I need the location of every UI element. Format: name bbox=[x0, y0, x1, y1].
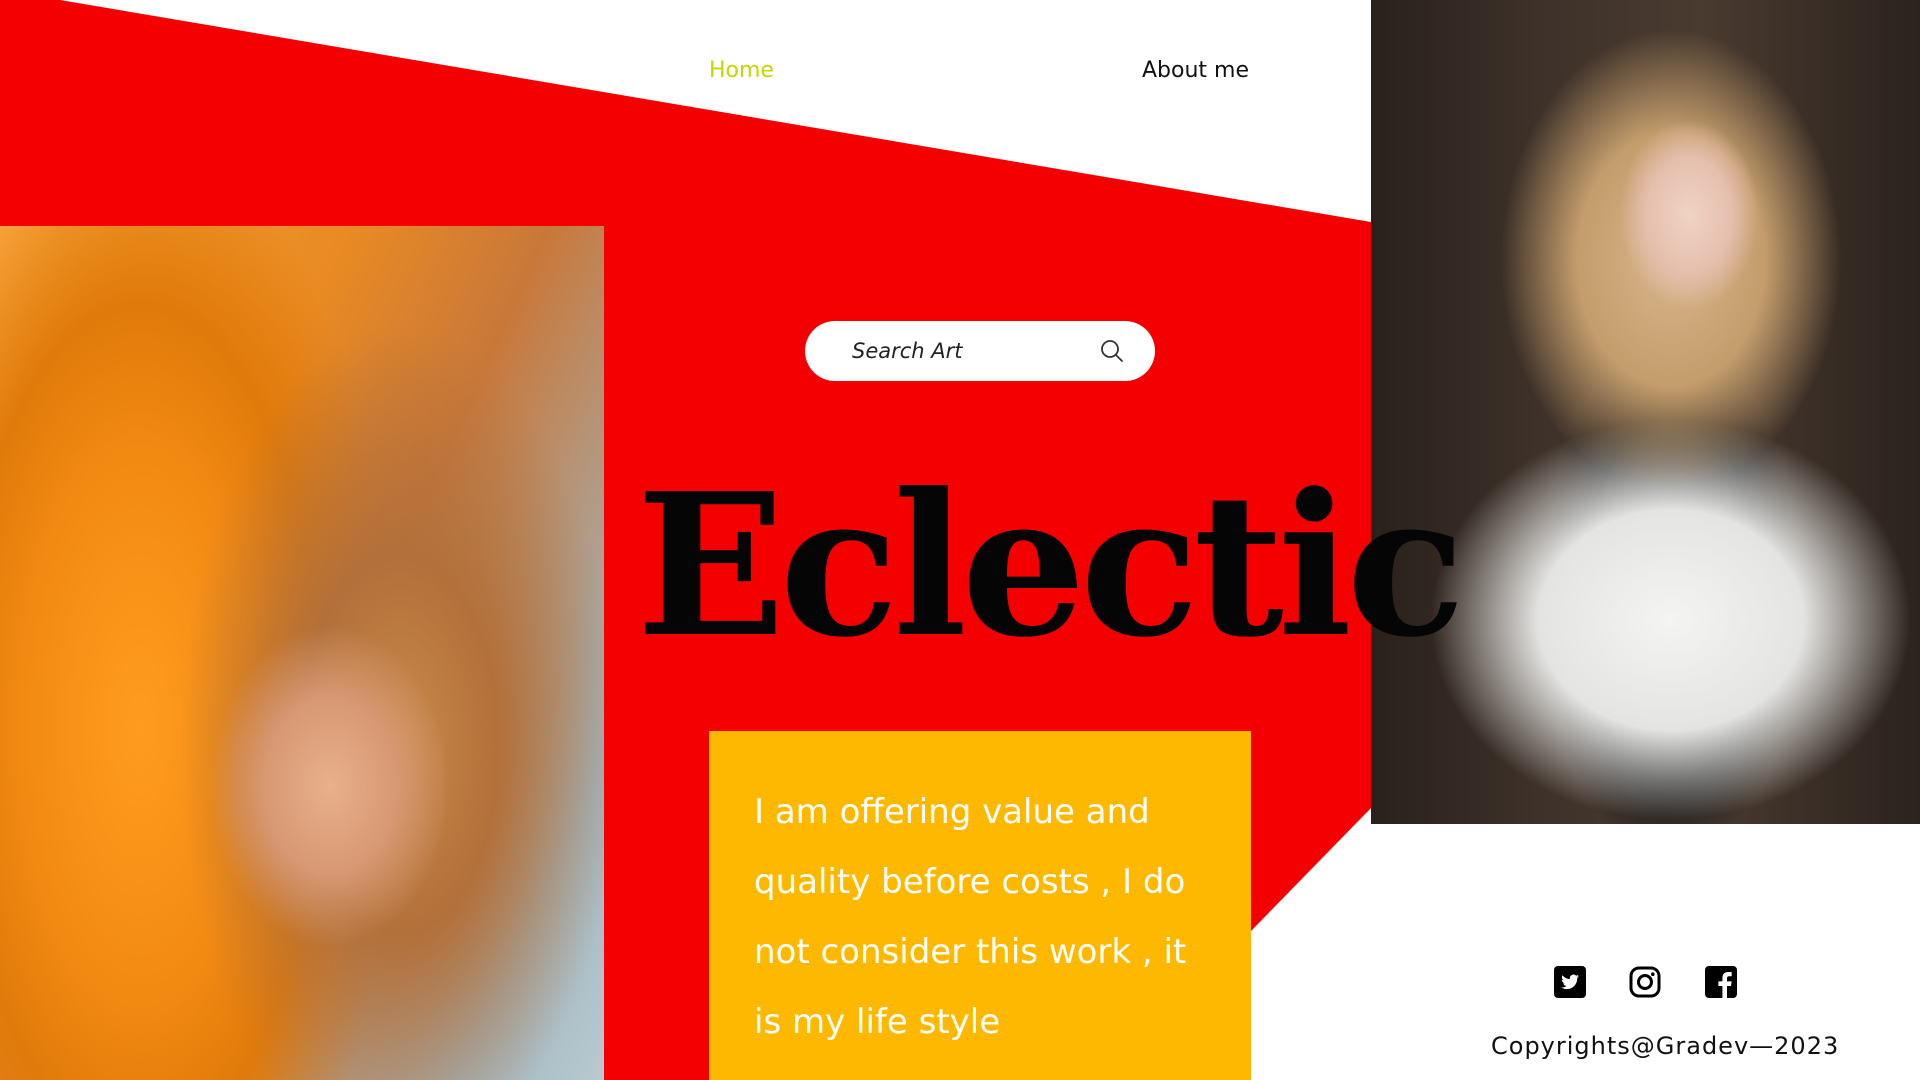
instagram-icon[interactable] bbox=[1628, 965, 1662, 999]
nav-home-link[interactable]: Home bbox=[709, 58, 774, 83]
portrait-photo-orange-scarf bbox=[0, 226, 604, 1080]
hero-title: Eclectic bbox=[636, 451, 1466, 681]
copyright-text: Copyrights@Gradev—2023 bbox=[1491, 1032, 1840, 1060]
value-statement-card: I am offering value and quality before c… bbox=[709, 731, 1251, 1080]
twitter-icon[interactable] bbox=[1553, 965, 1587, 999]
value-statement-text: I am offering value and quality before c… bbox=[754, 792, 1187, 1042]
portrait-photo-blonde-woman bbox=[1371, 0, 1920, 824]
facebook-icon[interactable] bbox=[1704, 965, 1738, 999]
search-bar[interactable] bbox=[805, 321, 1155, 381]
search-icon[interactable] bbox=[1099, 338, 1125, 364]
nav-about-link[interactable]: About me bbox=[1142, 58, 1249, 83]
search-input[interactable] bbox=[852, 339, 1099, 363]
